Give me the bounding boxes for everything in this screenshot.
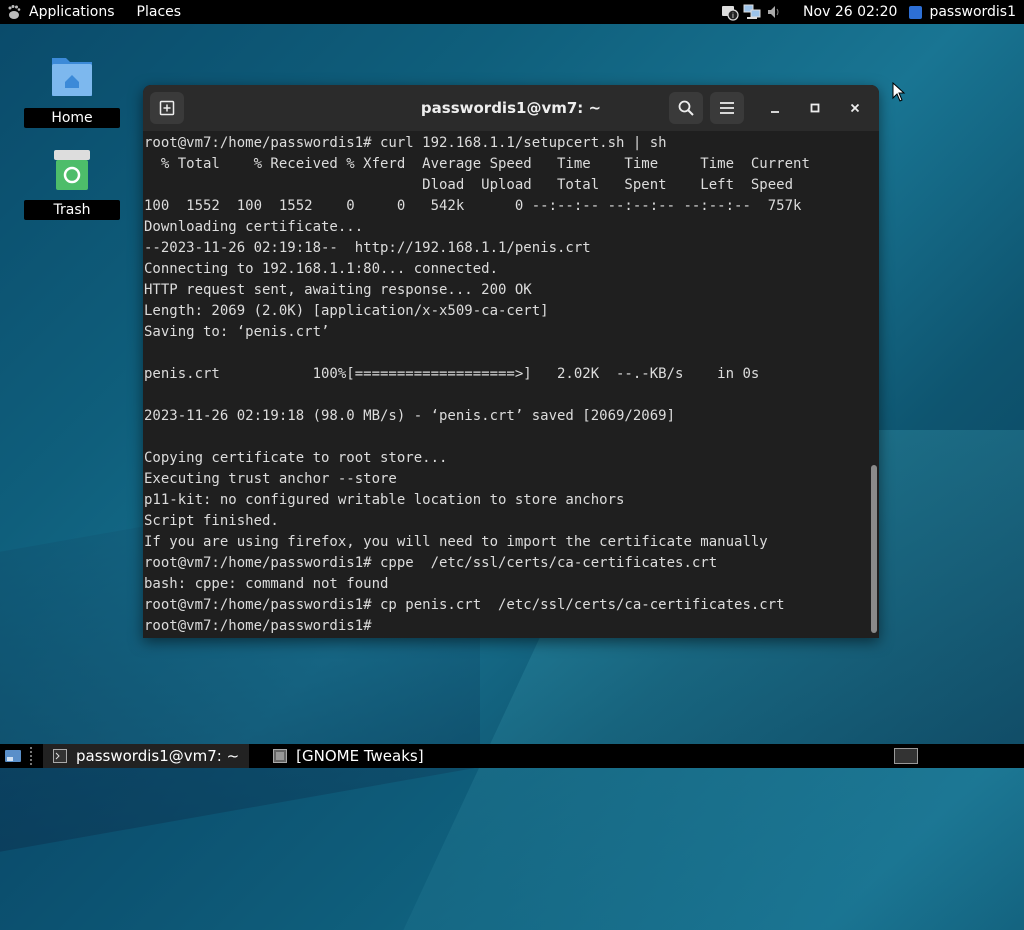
- terminal-line: 2023-11-26 02:19:18 (98.0 MB/s) - ‘penis…: [144, 408, 676, 424]
- terminal-line: --2023-11-26 02:19:18-- http://192.168.1…: [144, 240, 591, 256]
- terminal-header-bar[interactable]: passwordis1@vm7: ~: [143, 85, 879, 131]
- taskbar-item-label: [GNOME Tweaks]: [296, 747, 424, 765]
- close-icon: [850, 103, 860, 113]
- terminal-line: p11-kit: no configured writable location…: [144, 492, 625, 508]
- terminal-line: Script finished.: [144, 513, 279, 529]
- minimize-button[interactable]: [764, 97, 786, 119]
- bottom-panel: passwordis1@vm7: ~ [GNOME Tweaks]: [0, 744, 1024, 768]
- close-button[interactable]: [844, 97, 866, 119]
- search-icon: [678, 100, 694, 116]
- scrollbar[interactable]: [871, 465, 877, 633]
- terminal-line: Copying certificate to root store...: [144, 450, 448, 466]
- terminal-line: Downloading certificate...: [144, 219, 364, 235]
- terminal-line: root@vm7:/home/passwordis1# cp penis.crt…: [144, 597, 785, 613]
- panel-handle[interactable]: [30, 747, 35, 765]
- mouse-cursor-icon: [892, 82, 906, 102]
- terminal-output[interactable]: root@vm7:/home/passwordis1# curl 192.168…: [143, 131, 870, 638]
- places-menu[interactable]: Places: [137, 4, 182, 20]
- folder-home-icon: [52, 58, 92, 96]
- desktop-icon-label: Trash: [24, 200, 120, 220]
- user-menu[interactable]: passwordis1: [909, 4, 1016, 20]
- maximize-button[interactable]: [804, 97, 826, 119]
- network-icon[interactable]: [743, 3, 761, 21]
- desktop-icon-home[interactable]: Home: [24, 50, 120, 128]
- gnome-tweaks-icon: [273, 749, 288, 763]
- search-button[interactable]: [669, 92, 703, 124]
- volume-icon[interactable]: [765, 3, 783, 21]
- terminal-line: bash: cppe: command not found: [144, 576, 389, 592]
- top-bar: Applications Places i Nov 26 02:20 passw…: [0, 0, 1024, 24]
- user-name: passwordis1: [929, 4, 1016, 20]
- terminal-line: root@vm7:/home/passwordis1# cppe /etc/ss…: [144, 555, 718, 571]
- applications-menu[interactable]: Applications: [6, 4, 115, 20]
- terminal-line: Length: 2069 (2.0K) [application/x-x509-…: [144, 303, 549, 319]
- terminal-line: % Total % Received % Xferd Average Speed…: [144, 156, 810, 172]
- notification-icon[interactable]: i: [721, 3, 739, 21]
- terminal-line: Executing trust anchor --store: [144, 471, 397, 487]
- terminal-line: root@vm7:/home/passwordis1#: [144, 618, 381, 634]
- trash-icon: [54, 150, 90, 190]
- terminal-line: If you are using firefox, you will need …: [144, 534, 768, 550]
- terminal-line: root@vm7:/home/passwordis1# curl 192.168…: [144, 135, 667, 151]
- terminal-line: Saving to: ‘penis.crt’: [144, 324, 330, 340]
- workspace-switcher[interactable]: [894, 748, 918, 764]
- taskbar-item-gnome-tweaks[interactable]: [GNOME Tweaks]: [263, 744, 433, 768]
- hamburger-icon: [720, 102, 734, 114]
- terminal-line: Connecting to 192.168.1.1:80... connecte…: [144, 261, 499, 277]
- terminal-line: Dload Upload Total Spent Left Speed: [144, 177, 794, 193]
- user-icon: [909, 5, 923, 19]
- desktop-icon-trash[interactable]: Trash: [24, 148, 120, 220]
- menu-button[interactable]: [710, 92, 744, 124]
- new-tab-icon: [159, 100, 175, 116]
- terminal-line: HTTP request sent, awaiting response... …: [144, 282, 532, 298]
- taskbar-item-terminal[interactable]: passwordis1@vm7: ~: [43, 744, 250, 768]
- terminal-line: 100 1552 100 1552 0 0 542k 0 --:--:-- --…: [144, 198, 802, 214]
- applications-label: Applications: [29, 4, 115, 20]
- svg-text:i: i: [732, 12, 734, 20]
- terminal-line: penis.crt 100%[===================>] 2.0…: [144, 366, 760, 382]
- gnome-foot-icon: [8, 5, 21, 19]
- taskbar-item-label: passwordis1@vm7: ~: [76, 747, 240, 765]
- terminal-window: passwordis1@vm7: ~ root@vm7:/home/passwo…: [143, 85, 879, 638]
- desktop-icon-label: Home: [24, 108, 120, 128]
- maximize-icon: [810, 103, 820, 113]
- minimize-icon: [771, 111, 779, 113]
- new-tab-button[interactable]: [150, 92, 184, 124]
- show-desktop-icon[interactable]: [4, 748, 22, 764]
- terminal-icon: [53, 749, 67, 763]
- clock[interactable]: Nov 26 02:20: [803, 4, 897, 20]
